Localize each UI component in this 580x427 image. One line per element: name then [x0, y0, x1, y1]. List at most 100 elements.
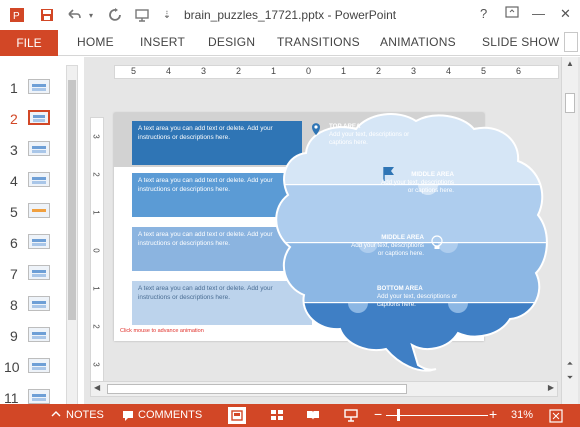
save-icon[interactable] [38, 5, 56, 25]
thumbnail-scrollbar[interactable] [66, 65, 78, 405]
slide-show-icon[interactable] [344, 409, 358, 422]
slide-number: 1 [10, 80, 18, 96]
bottom-area-piece [276, 303, 547, 371]
svg-text:P: P [13, 11, 20, 22]
ruler-label: 1 [341, 66, 347, 76]
slide-thumbnail-1[interactable]: 1 [0, 76, 66, 102]
bottom-area-label[interactable]: BOTTOM AREA Add your text, descriptions … [377, 285, 467, 309]
ruler-label: 0 [306, 66, 312, 76]
horizontal-scrollbar[interactable]: ◀ ▶ [90, 381, 558, 397]
slide-number: 8 [10, 297, 18, 313]
ribbon-scroll-button[interactable] [564, 32, 578, 52]
zoom-slider[interactable] [386, 415, 488, 416]
scroll-right-icon[interactable]: ▶ [548, 383, 554, 392]
scroll-up-icon[interactable]: ▲ [565, 59, 575, 71]
tab-file[interactable]: FILE [0, 30, 58, 56]
tab-design[interactable]: DESIGN [208, 35, 255, 49]
ruler-label: 0 [91, 248, 101, 253]
top-area-label[interactable]: TOP AREA Add your text, descriptions or … [329, 123, 419, 147]
start-presentation-icon[interactable] [132, 5, 154, 25]
slide-thumbnail-8[interactable]: 8 [0, 293, 66, 319]
scrollbar-thumb[interactable] [565, 93, 575, 113]
slide-preview [28, 79, 50, 94]
top-area-body: Add your text, descriptions or captions … [329, 131, 410, 146]
slide-sorter-icon[interactable] [270, 409, 284, 421]
slide-preview [28, 172, 50, 187]
slide-number: 4 [10, 173, 18, 189]
slide-thumbnail-2[interactable]: 2 [0, 107, 66, 133]
notes-button[interactable]: NOTES [66, 409, 104, 421]
next-slide-icon[interactable]: ⏷ [565, 373, 575, 385]
fit-slide-icon[interactable] [549, 409, 563, 423]
scrollbar-thumb[interactable] [68, 80, 76, 320]
undo-icon[interactable] [62, 5, 84, 25]
slide-thumbnail-3[interactable]: 3 [0, 138, 66, 164]
tab-animations[interactable]: ANIMATIONS [380, 35, 456, 49]
tab-transitions[interactable]: TRANSITIONS [277, 35, 360, 49]
previous-slide-icon[interactable]: ⏶ [565, 359, 575, 371]
zoom-slider-thumb[interactable] [397, 409, 400, 421]
customize-toolbar-icon[interactable]: ⇣ [160, 5, 174, 25]
zoom-out-button[interactable]: − [374, 406, 382, 422]
slide-preview [28, 110, 50, 125]
slide-thumbnail-4[interactable]: 4 [0, 169, 66, 195]
minimize-button[interactable]: — [532, 6, 545, 21]
slide-preview [28, 358, 50, 373]
bottom-area-title: BOTTOM AREA [377, 285, 423, 292]
ruler-label: 2 [91, 324, 101, 329]
bottom-area-body: Add your text, descriptions or captions … [377, 293, 458, 308]
scrollbar-thumb[interactable] [107, 384, 407, 394]
slide-thumbnail-9[interactable]: 9 [0, 324, 66, 350]
help-button[interactable]: ? [480, 6, 487, 21]
reading-view-icon[interactable] [306, 409, 320, 421]
ruler-label: 6 [516, 66, 522, 76]
slide-number: 6 [10, 235, 18, 251]
tab-home[interactable]: HOME [77, 35, 114, 49]
slide-preview [28, 203, 50, 218]
scroll-left-icon[interactable]: ◀ [94, 383, 100, 392]
ruler-label: 3 [91, 134, 101, 139]
slide-preview [28, 327, 50, 342]
powerpoint-logo-icon: P [8, 5, 26, 25]
title-bar: P ▾ ⇣ brain_puzzles_17721.pptx - PowerPo… [0, 0, 580, 30]
animation-hint: Click mouse to advance animation [120, 328, 204, 334]
slide-number: 7 [10, 266, 18, 282]
slide-canvas[interactable]: A text area you can add text or delete. … [114, 113, 548, 372]
normal-view-icon[interactable] [228, 407, 246, 424]
close-button[interactable]: ✕ [560, 6, 571, 22]
undo-dropdown-icon[interactable]: ▾ [86, 5, 96, 25]
middle-area-label-2[interactable]: MIDDLE AREA Add your text, descriptions … [344, 234, 424, 258]
slide-number: 10 [4, 359, 20, 375]
slide-preview [28, 234, 50, 249]
brain-puzzle-graphic[interactable]: TOP AREA Add your text, descriptions or … [248, 113, 550, 373]
ribbon-tabs: FILE HOME INSERT DESIGN TRANSITIONS ANIM… [0, 30, 580, 56]
vertical-scrollbar[interactable]: ▲ ⏶ ⏷ [561, 57, 578, 404]
slide-preview [28, 296, 50, 311]
slide-preview [28, 389, 50, 404]
comments-button[interactable]: COMMENTS [138, 409, 202, 421]
slide-thumbnail-7[interactable]: 7 [0, 262, 66, 288]
ribbon-display-options-icon[interactable] [505, 6, 519, 21]
slide-preview [28, 141, 50, 156]
slide-thumbnail-5[interactable]: 5 [0, 200, 66, 226]
tab-slide-show[interactable]: SLIDE SHOW [482, 35, 559, 49]
ruler-label: 1 [91, 286, 101, 291]
zoom-in-button[interactable]: + [489, 406, 497, 422]
middle-area-body-2: Add your text, descriptions or captions … [351, 242, 424, 257]
slide-number: 9 [10, 328, 18, 344]
tab-insert[interactable]: INSERT [140, 35, 185, 49]
notes-icon[interactable] [50, 408, 64, 420]
middle-area-label-1[interactable]: MIDDLE AREA Add your text, descriptions … [374, 171, 454, 195]
middle-area-body-1: Add your text, descriptions or captions … [381, 179, 454, 194]
zoom-level[interactable]: 31% [511, 409, 533, 421]
ruler-label: 4 [446, 66, 452, 76]
slide-thumbnail-10[interactable]: 10 [0, 355, 66, 381]
top-area-title: TOP AREA [329, 123, 361, 130]
middle-area-title-1: MIDDLE AREA [411, 171, 454, 178]
horizontal-ruler: 5 4 3 2 1 0 1 2 3 4 5 6 [114, 65, 559, 79]
comments-icon[interactable] [122, 410, 136, 422]
redo-icon[interactable] [104, 5, 126, 25]
ruler-label: 5 [481, 66, 487, 76]
slide-thumbnail-6[interactable]: 6 [0, 231, 66, 257]
status-bar: NOTES COMMENTS − + 31% [0, 404, 580, 427]
